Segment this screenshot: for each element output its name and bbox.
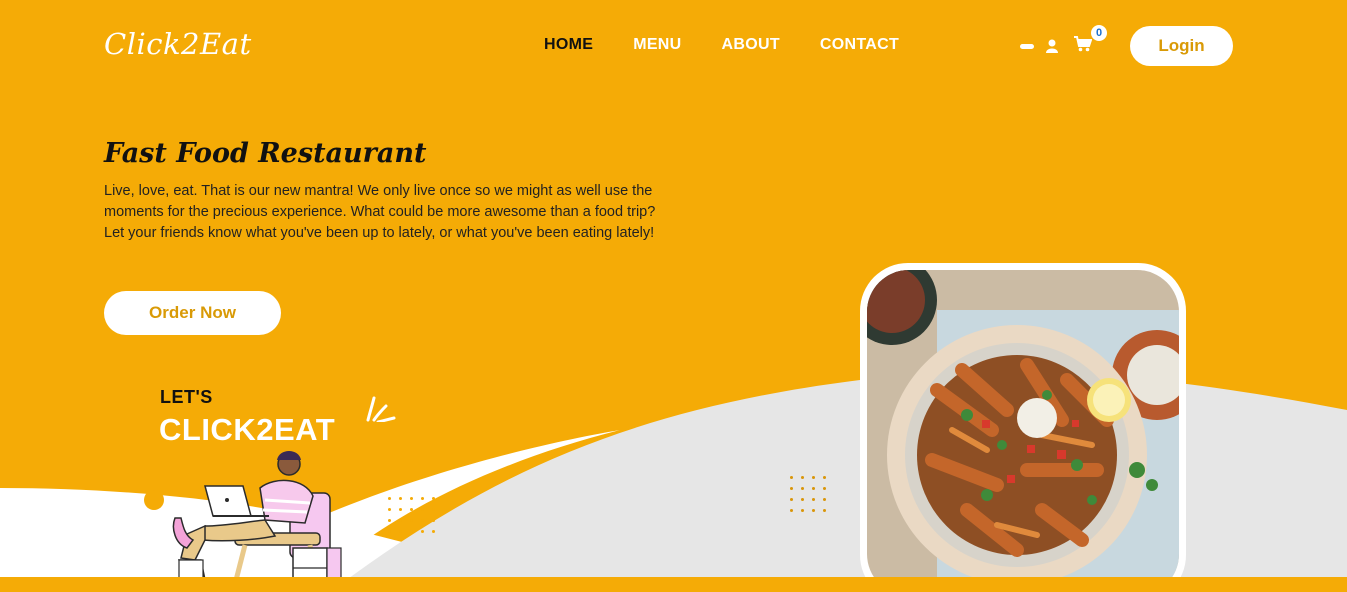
- sparkle-icon: [366, 396, 396, 422]
- cart-count-badge: 0: [1091, 25, 1107, 41]
- nav-contact[interactable]: CONTACT: [820, 36, 899, 54]
- hero-description: Live, love, eat. That is our new mantra!…: [104, 183, 656, 241]
- promo-lets: LET'S: [160, 387, 213, 407]
- nav-about[interactable]: ABOUT: [722, 36, 780, 54]
- decorative-dot-grid: [790, 476, 826, 512]
- food-image: [867, 270, 1179, 592]
- dash-icon[interactable]: [1020, 43, 1034, 49]
- decorative-dot-grid: [388, 497, 435, 533]
- slider-dot-active[interactable]: [144, 490, 164, 510]
- hero-title: Fast Food Restaurant: [104, 138, 427, 169]
- user-icon[interactable]: [1046, 39, 1058, 53]
- cart-button[interactable]: 0: [1074, 25, 1107, 56]
- slider-dot[interactable]: [126, 494, 138, 506]
- cart-icon: [1074, 36, 1092, 52]
- order-now-button[interactable]: Order Now: [104, 291, 281, 335]
- user-actions: 0: [1020, 25, 1107, 56]
- login-button[interactable]: Login: [1130, 26, 1233, 66]
- promo-brand: CLICK2EAT: [159, 412, 336, 447]
- slider-dot[interactable]: [108, 494, 120, 506]
- brand-logo[interactable]: Click2Eat: [104, 27, 252, 61]
- slider-dots: [108, 490, 164, 510]
- nav-home[interactable]: HOME: [544, 36, 593, 54]
- bottom-band: [0, 577, 1347, 592]
- main-nav: HOME MENU ABOUT CONTACT: [544, 36, 899, 54]
- person-laptop-illustration: [172, 451, 342, 592]
- nav-menu[interactable]: MENU: [633, 36, 681, 54]
- food-image-frame: [860, 263, 1186, 592]
